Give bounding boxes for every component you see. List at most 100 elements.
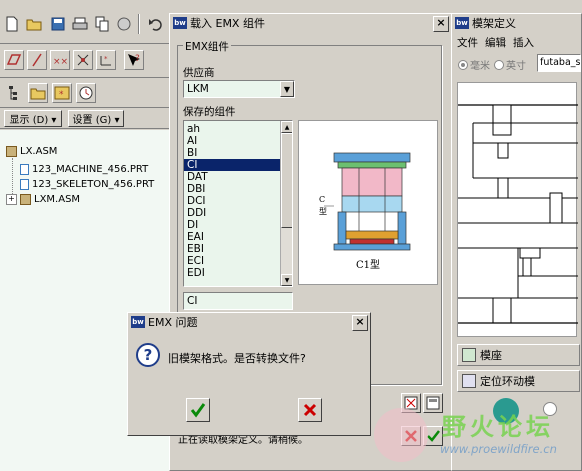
new-icon[interactable] bbox=[2, 14, 22, 34]
question-icon: ? bbox=[136, 343, 160, 367]
navigator-tabs: * bbox=[0, 77, 175, 107]
moving-half-panel-label: 定位环动模 bbox=[480, 375, 535, 388]
no-button[interactable] bbox=[298, 398, 322, 422]
moldbase-canvas bbox=[457, 82, 578, 337]
moldbase-titlebar: bw 模架定义 bbox=[452, 14, 581, 32]
ok-load-button[interactable] bbox=[423, 426, 443, 446]
saved-components-label: 保存的组件 bbox=[183, 106, 236, 118]
radio-selected-icon bbox=[458, 59, 468, 70]
tree-item-label: LX.ASM bbox=[20, 146, 58, 157]
list-item[interactable]: DI bbox=[184, 219, 292, 231]
svg-text:?: ? bbox=[135, 54, 140, 64]
list-item[interactable]: AI bbox=[184, 135, 292, 147]
close-button[interactable]: × bbox=[352, 315, 368, 331]
app-logo-icon: bw bbox=[455, 17, 469, 29]
moldbase-panel-label: 模座 bbox=[480, 349, 502, 362]
print-icon[interactable] bbox=[70, 14, 90, 34]
folder-browser-tab-icon[interactable] bbox=[28, 83, 48, 103]
list-item[interactable]: EBI bbox=[184, 243, 292, 255]
moldbase-title: 模架定义 bbox=[472, 17, 516, 30]
dialog-title: 载入 EMX 组件 bbox=[190, 17, 265, 30]
question-title: EMX 问题 bbox=[148, 316, 198, 329]
chevron-down-icon[interactable]: ▼ bbox=[280, 81, 294, 97]
moving-half-panel-button[interactable]: 定位环动模 bbox=[457, 370, 580, 392]
preview-caption: C1型 bbox=[356, 260, 381, 271]
open-icon[interactable] bbox=[24, 14, 44, 34]
list-item[interactable]: EDI bbox=[184, 267, 292, 279]
part-icon bbox=[20, 164, 29, 175]
white-circle-icon bbox=[543, 402, 557, 416]
preview-side-label-2: 型 bbox=[319, 207, 327, 216]
tree-item-label: 123_MACHINE_456.PRT bbox=[32, 164, 149, 175]
moldbase-panel-button[interactable]: 模座 bbox=[457, 344, 580, 366]
list-item[interactable]: DBI bbox=[184, 183, 292, 195]
tree-options-bar: 显示 (D) ▾ 设置 (G) ▾ bbox=[0, 107, 175, 129]
dialog-titlebar: bw 载入 EMX 组件 × bbox=[170, 14, 451, 32]
list-item[interactable]: DCI bbox=[184, 195, 292, 207]
tree-item-skeleton[interactable]: 123_SKELETON_456.PRT bbox=[20, 178, 154, 191]
undo-icon[interactable] bbox=[146, 14, 166, 34]
delete-icon[interactable] bbox=[114, 14, 134, 34]
main-toolbar bbox=[0, 0, 175, 43]
list-item[interactable]: DDI bbox=[184, 207, 292, 219]
datum-plane-icon[interactable] bbox=[4, 50, 24, 70]
favorites-tab-icon[interactable]: * bbox=[52, 83, 72, 103]
unit-mm-radio[interactable]: 毫米 bbox=[458, 57, 490, 72]
svg-text:*: * bbox=[59, 90, 64, 100]
svg-text:××: ×× bbox=[53, 57, 68, 67]
dismiss-icon-button[interactable] bbox=[401, 393, 421, 413]
supplier-select[interactable]: LKM ▼ bbox=[183, 80, 295, 98]
tree-item-lxm[interactable]: + LXM.ASM bbox=[6, 193, 80, 206]
display-button[interactable]: 显示 (D) ▾ bbox=[4, 110, 62, 127]
scroll-down-icon[interactable]: ▼ bbox=[281, 274, 292, 286]
menu-insert[interactable]: 插入 bbox=[513, 35, 534, 50]
tree-item-machine[interactable]: 123_MACHINE_456.PRT bbox=[20, 163, 148, 176]
component-preview: C 型 C1型 bbox=[298, 120, 438, 285]
preview-side-label: C bbox=[319, 195, 326, 204]
datum-toolbar: ×× * ? bbox=[0, 43, 175, 76]
question-message: 旧模架格式。是否转换文件? bbox=[168, 352, 306, 365]
supplier-label: 供应商 bbox=[183, 67, 215, 79]
list-item[interactable]: ah bbox=[184, 123, 292, 135]
moldbase-dialog: bw 模架定义 文件 编辑 插入 毫米 英寸 futaba_s 模座 定位环动模 bbox=[451, 13, 582, 471]
moldbase-schematic bbox=[458, 104, 578, 324]
component-list[interactable]: ah AI BI CI DAT DBI DCI DDI DI EAI EBI ECI EDI ▲ ▼ bbox=[183, 120, 293, 287]
yes-button[interactable] bbox=[186, 398, 210, 422]
list-item[interactable]: BI bbox=[184, 147, 292, 159]
unit-inch-radio[interactable]: 英寸 bbox=[494, 57, 526, 72]
csys-icon[interactable]: * bbox=[96, 50, 116, 70]
list-item[interactable]: EAI bbox=[184, 231, 292, 243]
settings-button[interactable]: 设置 (G) ▾ bbox=[68, 110, 124, 127]
datum-axis-icon[interactable] bbox=[27, 50, 47, 70]
tree-item-root[interactable]: LX.ASM bbox=[6, 145, 57, 158]
list-item[interactable]: DAT bbox=[184, 171, 292, 183]
coord-sys-icon[interactable] bbox=[73, 50, 93, 70]
list-item[interactable]: CI bbox=[184, 159, 292, 171]
menu-bar: 文件 编辑 插入 bbox=[452, 34, 582, 50]
history-tab-icon[interactable] bbox=[76, 83, 96, 103]
save-component-icon-button[interactable] bbox=[423, 393, 443, 413]
assembly-icon bbox=[6, 146, 17, 157]
tree-item-label: LXM.ASM bbox=[34, 194, 81, 205]
selected-component-field[interactable]: CI bbox=[183, 292, 293, 310]
svg-text:*: * bbox=[104, 55, 108, 63]
expand-plus-icon[interactable]: + bbox=[6, 194, 17, 205]
scroll-up-icon[interactable]: ▲ bbox=[281, 121, 292, 133]
tree-item-label: 123_SKELETON_456.PRT bbox=[32, 179, 155, 190]
moving-half-icon bbox=[462, 374, 476, 388]
scroll-thumb[interactable] bbox=[281, 133, 292, 228]
copy-icon[interactable] bbox=[92, 14, 112, 34]
menu-edit[interactable]: 编辑 bbox=[485, 35, 506, 50]
whats-this-icon[interactable]: ? bbox=[124, 50, 144, 70]
list-scrollbar[interactable]: ▲ ▼ bbox=[280, 121, 292, 286]
cancel-load-button[interactable] bbox=[401, 426, 421, 446]
template-field[interactable]: futaba_s bbox=[537, 54, 581, 72]
model-tree-tab-icon[interactable] bbox=[4, 83, 24, 103]
save-icon[interactable] bbox=[48, 14, 68, 34]
part-icon bbox=[20, 179, 29, 190]
group-label: EMX组件 bbox=[183, 39, 231, 54]
menu-file[interactable]: 文件 bbox=[457, 35, 478, 50]
list-item[interactable]: ECI bbox=[184, 255, 292, 267]
datum-point-icon[interactable]: ×× bbox=[50, 50, 70, 70]
close-button[interactable]: × bbox=[433, 16, 449, 32]
